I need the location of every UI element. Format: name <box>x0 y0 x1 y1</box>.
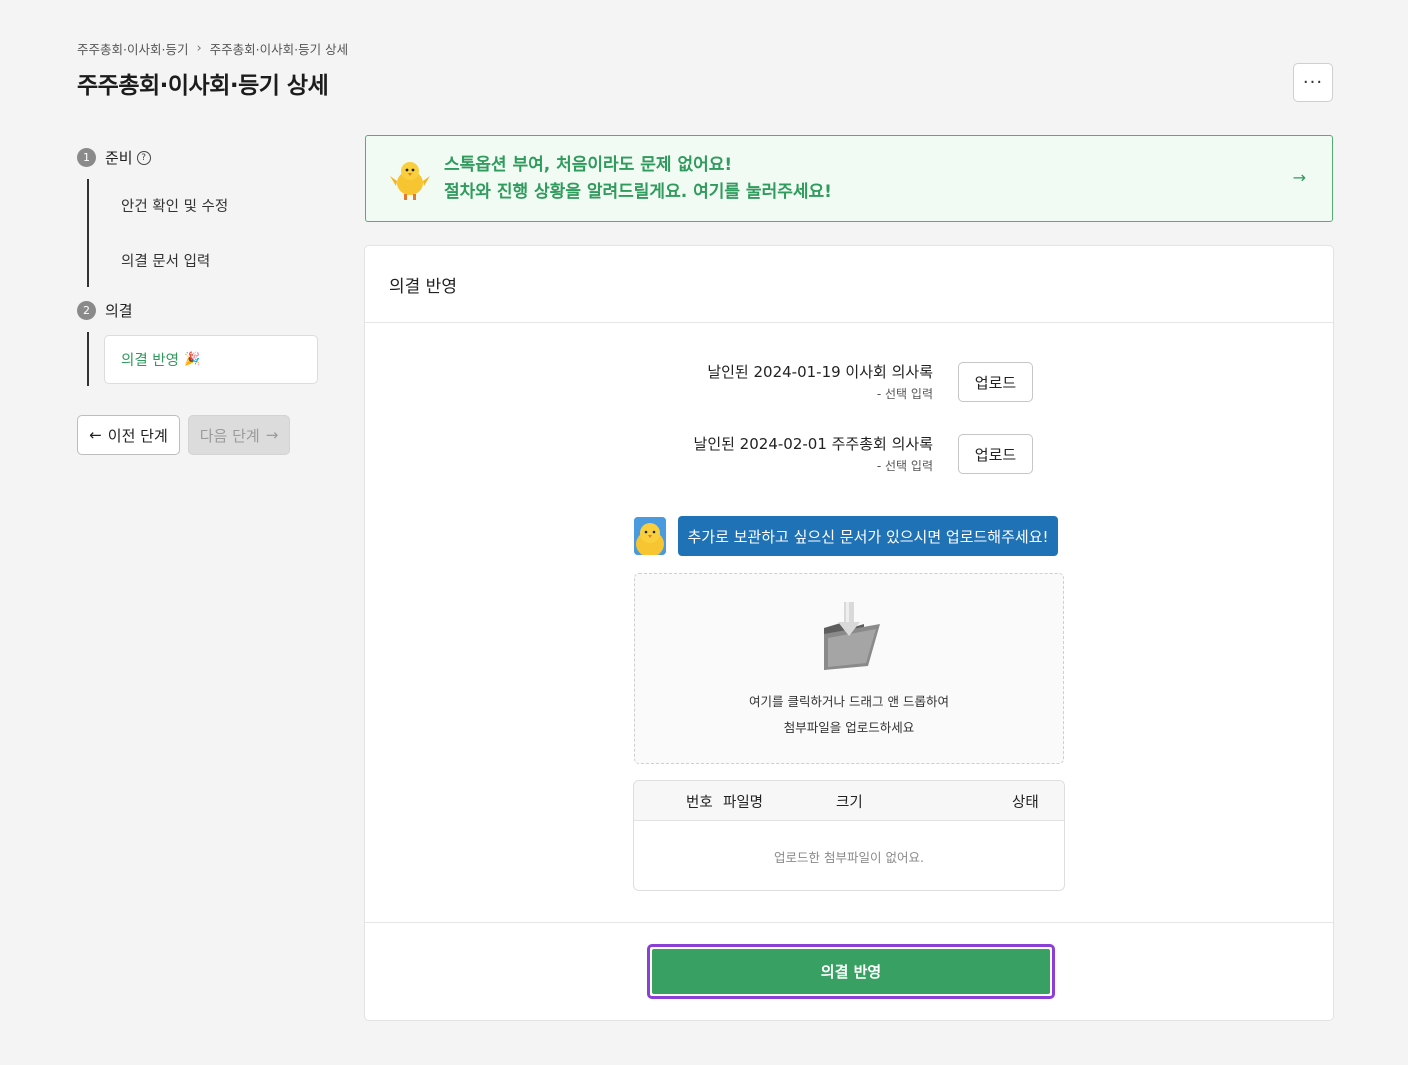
column-header-status: 상태 <box>1012 795 1039 811</box>
sidebar-item-resolution-apply[interactable]: 의결 반영 🎉 <box>104 335 318 384</box>
divider <box>365 922 1333 923</box>
page-title: 주주총회·이사회·등기 상세 <box>77 73 329 99</box>
dropzone-instruction: 여기를 클릭하거나 드래그 앤 드롭하여 <box>749 694 949 709</box>
breadcrumb-parent[interactable]: 주주총회·이사회·등기 <box>77 39 188 58</box>
card-title: 의결 반영 <box>389 277 457 297</box>
attachment-table: 번호 파일명 크기 상태 업로드한 첨부파일이 없어요. <box>633 780 1065 891</box>
more-icon: ··· <box>1302 72 1324 93</box>
upload-hint-bubble: 추가로 보관하고 싶으신 문서가 있으시면 업로드해주세요! <box>678 516 1058 556</box>
help-icon[interactable]: ? <box>136 150 151 165</box>
step-resolution[interactable]: 2 의결 <box>77 300 133 321</box>
upload-board-minutes-button[interactable]: 업로드 <box>958 362 1033 402</box>
more-options-button[interactable]: ··· <box>1293 63 1333 102</box>
next-step-button[interactable]: 다음 단계 → <box>188 415 290 455</box>
table-empty-message: 업로드한 첨부파일이 없어요. <box>774 850 924 865</box>
guide-banner[interactable]: 스톡옵션 부여, 처음이라도 문제 없어요! 절차와 진행 상황을 알려드릴게요… <box>365 135 1333 222</box>
step-connector <box>87 179 89 287</box>
step-connector <box>87 332 89 386</box>
arrow-left-icon: ← <box>89 426 102 444</box>
doc-optional-note: - 선택 입력 <box>876 459 933 473</box>
divider <box>365 322 1333 323</box>
prev-step-button[interactable]: ← 이전 단계 <box>77 415 180 455</box>
submit-highlight: 의결 반영 <box>647 944 1055 999</box>
doc-row-shareholders-minutes: 날인된 2024-02-01 주주총회 의사록 - 선택 입력 <box>694 433 933 474</box>
page: 주주총회·이사회·등기 › 주주총회·이사회·등기 상세 주주총회·이사회·등기… <box>0 0 1408 1065</box>
chick-icon <box>388 157 432 201</box>
prev-step-label: 이전 단계 <box>107 426 168 445</box>
resolution-card: 의결 반영 날인된 2024-01-19 이사회 의사록 - 선택 입력 업로드… <box>364 245 1334 1021</box>
column-header-filename: 파일명 <box>723 795 764 811</box>
step-number: 1 <box>77 148 96 167</box>
doc-optional-note: - 선택 입력 <box>876 387 933 401</box>
banner-text: 스톡옵션 부여, 처음이라도 문제 없어요! 절차와 진행 상황을 알려드릴게요… <box>444 152 832 206</box>
breadcrumb: 주주총회·이사회·등기 › 주주총회·이사회·등기 상세 <box>77 39 348 58</box>
arrow-right-icon: → <box>1292 168 1306 187</box>
chick-avatar-icon <box>634 517 666 555</box>
banner-line-1: 스톡옵션 부여, 처음이라도 문제 없어요! <box>444 154 733 175</box>
file-dropzone[interactable]: 여기를 클릭하거나 드래그 앤 드롭하여 첨부파일을 업로드하세요 <box>634 573 1064 764</box>
breadcrumb-current: 주주총회·이사회·등기 상세 <box>209 42 349 57</box>
upload-shareholders-minutes-button[interactable]: 업로드 <box>958 434 1033 474</box>
step-prepare[interactable]: 1 준비 ? <box>77 147 151 168</box>
table-header: 번호 파일명 크기 상태 <box>634 781 1064 821</box>
step-label: 준비 <box>105 149 133 167</box>
folder-download-icon <box>820 600 884 676</box>
doc-row-board-minutes: 날인된 2024-01-19 이사회 의사록 - 선택 입력 <box>707 361 933 402</box>
apply-resolution-button[interactable]: 의결 반영 <box>652 949 1050 994</box>
banner-line-2: 절차와 진행 상황을 알려드릴게요. 여기를 눌러주세요! <box>444 181 832 202</box>
step-label: 의결 <box>105 302 133 320</box>
chevron-right-icon: › <box>196 41 202 56</box>
doc-label: 날인된 2024-01-19 이사회 의사록 <box>707 363 933 381</box>
next-step-label: 다음 단계 <box>199 426 260 445</box>
arrow-right-icon: → <box>265 426 279 444</box>
sidebar-item-agenda[interactable]: 안건 확인 및 수정 <box>121 195 228 216</box>
dropzone-instruction: 첨부파일을 업로드하세요 <box>783 720 915 735</box>
step-number: 2 <box>77 301 96 320</box>
column-header-number: 번호 <box>686 795 713 811</box>
doc-label: 날인된 2024-02-01 주주총회 의사록 <box>693 435 933 453</box>
party-icon: 🎉 <box>183 352 201 367</box>
sidebar-item-documents[interactable]: 의결 문서 입력 <box>121 250 210 271</box>
sidebar-item-label: 의결 반영 <box>121 353 179 369</box>
column-header-size: 크기 <box>836 795 863 811</box>
